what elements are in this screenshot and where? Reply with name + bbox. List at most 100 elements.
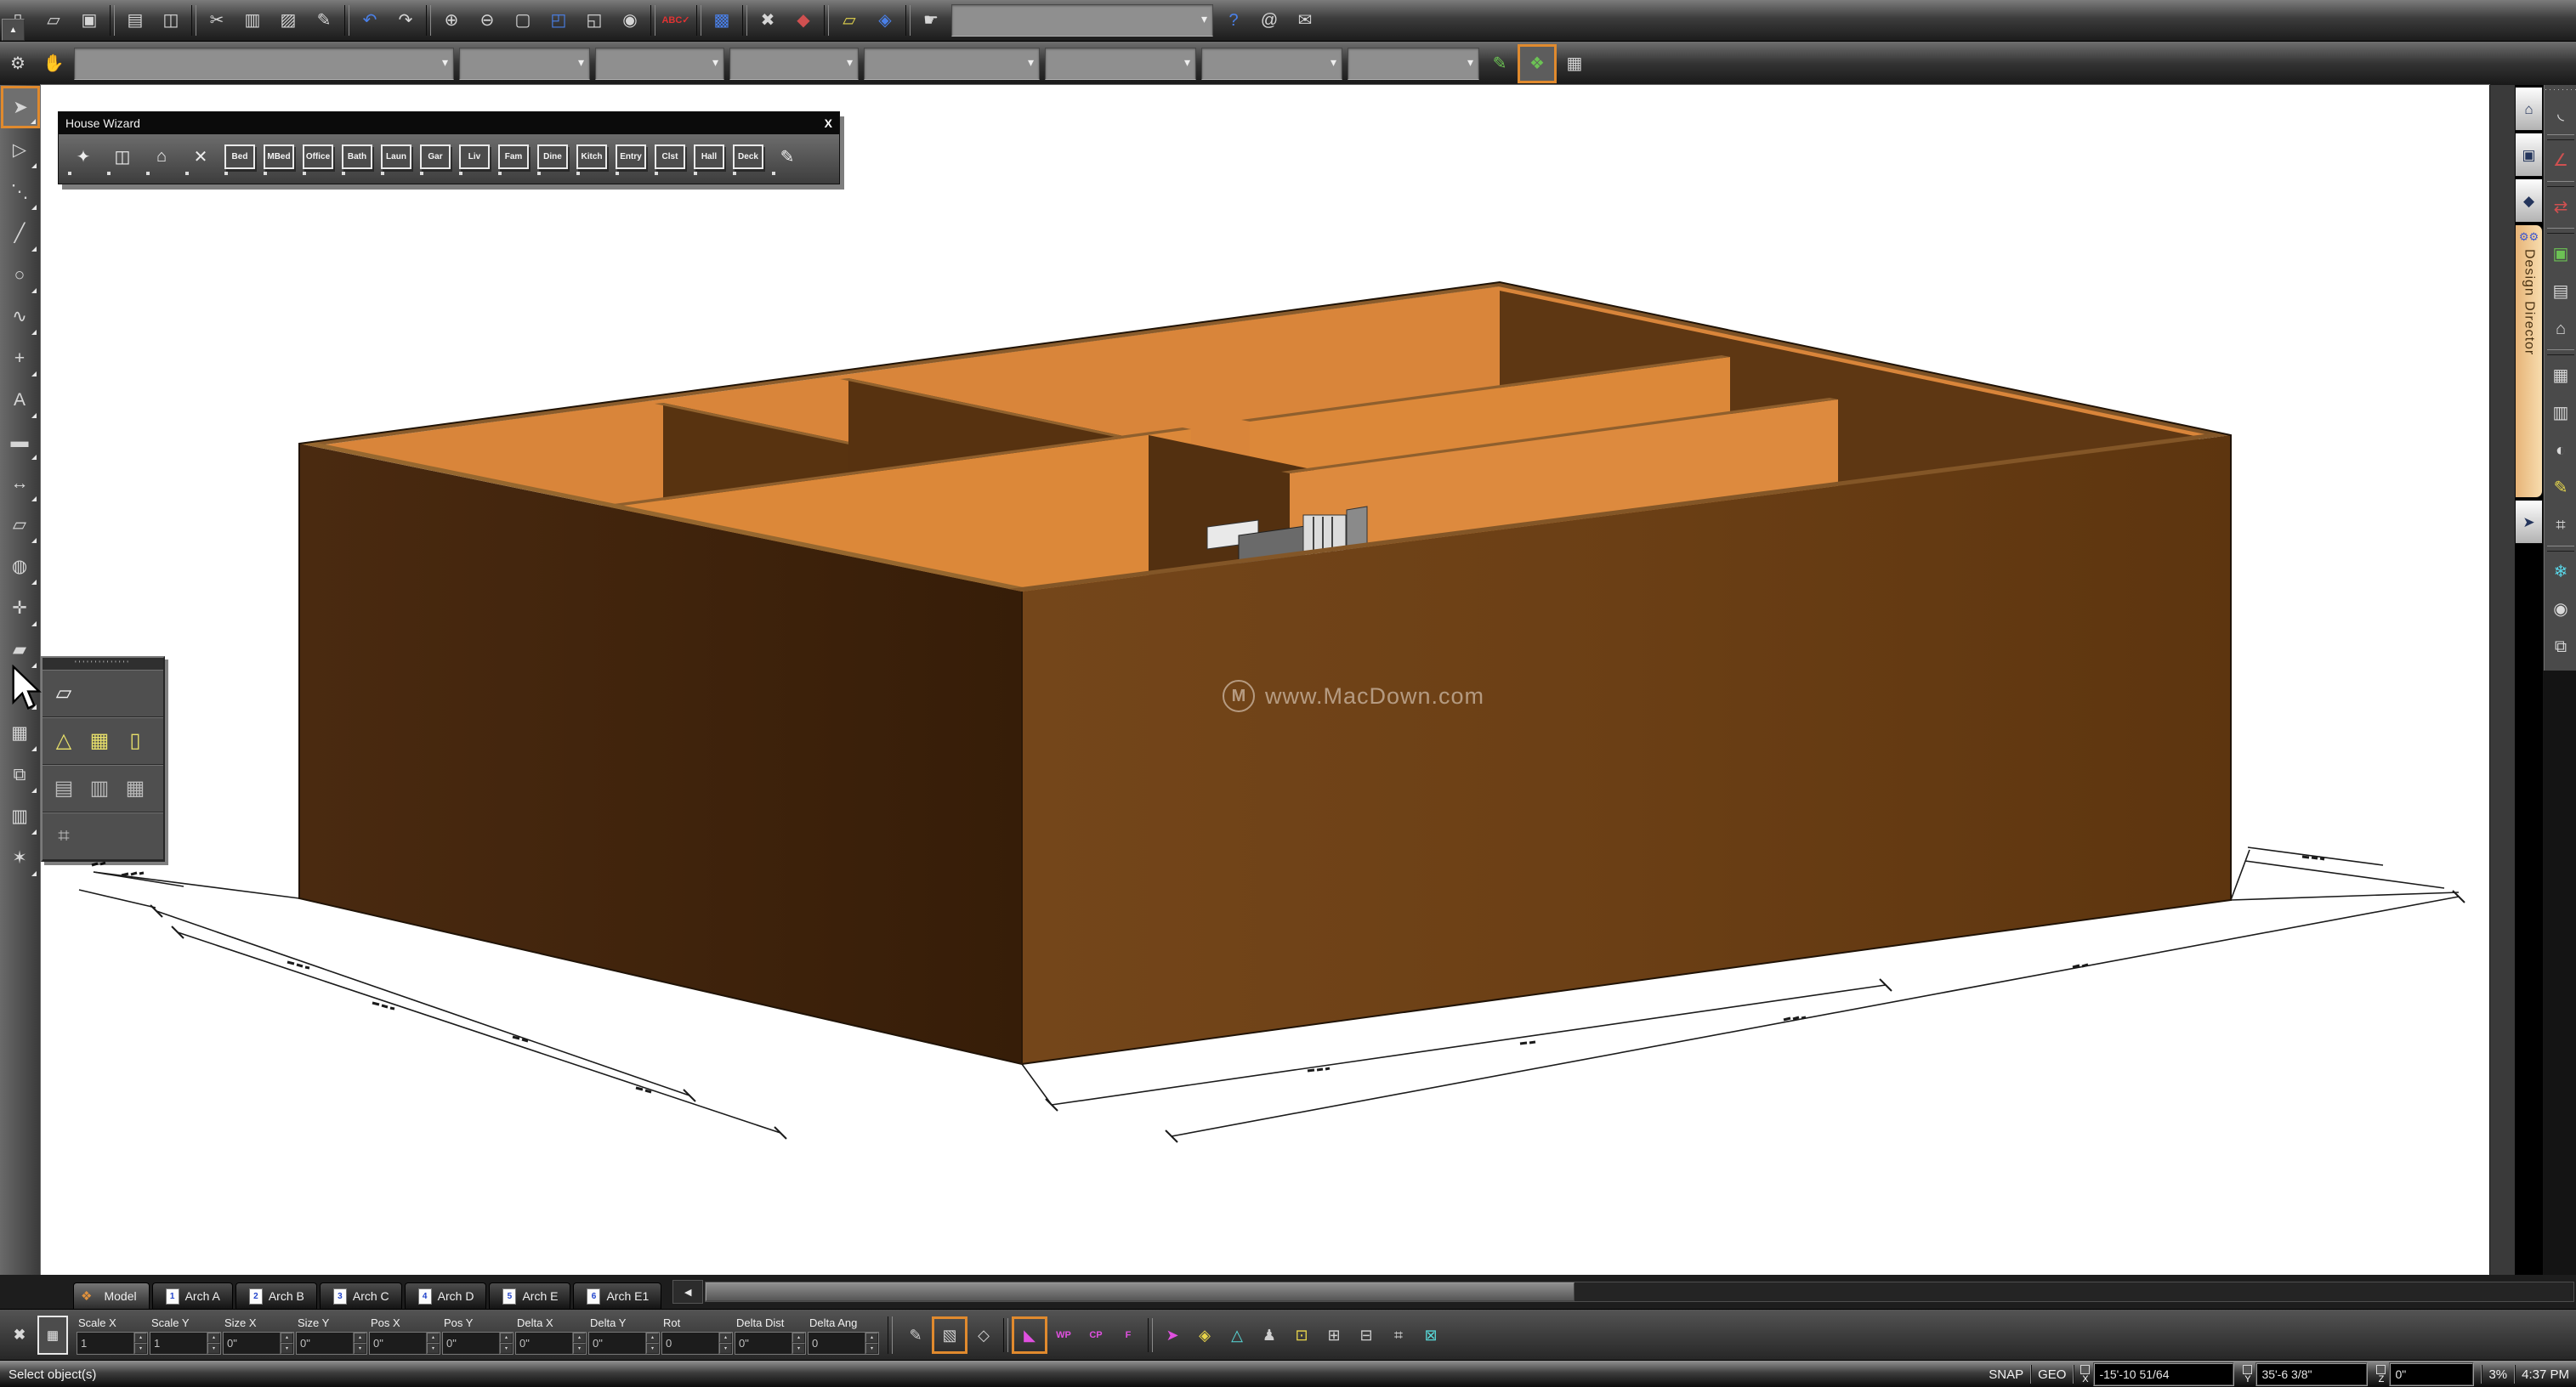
wizard-window-icon[interactable]: ◫: [103, 137, 142, 176]
address-book-icon[interactable]: @: [1251, 2, 1287, 39]
window-item[interactable]: ▦: [82, 723, 117, 759]
dimension-tool[interactable]: ↔: [1, 462, 38, 503]
pen-style-icon[interactable]: ✎: [1482, 45, 1518, 82]
coord-z-input[interactable]: 0": [2389, 1362, 2474, 1386]
spell-check-icon[interactable]: ABC✓: [658, 2, 694, 39]
close-icon[interactable]: X: [825, 116, 832, 130]
context-help-icon[interactable]: ?: [1216, 2, 1251, 39]
spinner[interactable]: ▴▾: [718, 1333, 732, 1354]
tab-selection-info[interactable]: ▣: [2515, 133, 2543, 177]
box-green-icon[interactable]: ⊠: [1415, 1317, 1447, 1353]
node-handle-icon[interactable]: ◇: [967, 1317, 1000, 1353]
format-painter-icon[interactable]: ✎: [306, 2, 342, 39]
hatch-pattern-icon[interactable]: ▩: [704, 2, 740, 39]
polygon-outline-icon[interactable]: ⌂: [2545, 310, 2576, 348]
flyout-drag-handle[interactable]: '''''''''''''': [43, 658, 163, 670]
wizard-finish-icon[interactable]: ✎: [768, 137, 807, 176]
tab-scroll-left-button[interactable]: ◀: [672, 1280, 703, 1304]
snap-toggle[interactable]: SNAP: [1989, 1367, 2023, 1382]
print-icon[interactable]: ▤: [117, 2, 153, 39]
fill-cp-icon[interactable]: CP: [1080, 1317, 1112, 1353]
spinner[interactable]: ▴▾: [280, 1333, 293, 1354]
grid-panel-icon[interactable]: ▦: [2545, 357, 2576, 394]
room-entry-button[interactable]: Entry: [611, 137, 650, 176]
spinner[interactable]: ▴▾: [792, 1333, 805, 1354]
grid-box-1-icon[interactable]: ⊞: [1318, 1317, 1350, 1353]
dimension-lines-icon[interactable]: ∠: [2545, 142, 2576, 179]
wall-item[interactable]: ▱: [46, 676, 82, 711]
zoom-window-icon[interactable]: ▢: [505, 2, 541, 39]
linestyle-dropdown[interactable]: [595, 48, 724, 80]
sheet-panel-icon[interactable]: ▥: [2545, 394, 2576, 432]
door-item[interactable]: ▯: [117, 723, 153, 759]
triangles-snap-icon[interactable]: △: [1221, 1317, 1253, 1353]
spinner[interactable]: ▴▾: [133, 1333, 147, 1354]
room-gar-button[interactable]: Gar: [416, 137, 455, 176]
material-dropdown[interactable]: [1045, 48, 1196, 80]
select-arrow-icon[interactable]: ➤: [1156, 1317, 1189, 1353]
delete-color-icon[interactable]: ✖: [750, 2, 786, 39]
spinner[interactable]: ▴▾: [865, 1333, 878, 1354]
curve-tool[interactable]: ∿: [1, 296, 38, 337]
coord-x-input[interactable]: -15'-10 51/64: [2093, 1362, 2234, 1386]
transform-box-icon[interactable]: ⊡: [1285, 1317, 1318, 1353]
lineweight-dropdown[interactable]: [729, 48, 859, 80]
building-grid-2-item[interactable]: ▥: [82, 771, 117, 807]
vertical-scrollbar[interactable]: [2489, 85, 2516, 1275]
brick-hatch-icon[interactable]: ▦: [1557, 45, 1592, 82]
zoom-printed-size-icon[interactable]: ◱: [576, 2, 612, 39]
blocks-tool[interactable]: ▦: [1, 712, 38, 753]
spinner[interactable]: ▴▾: [353, 1333, 366, 1354]
scroll-up-button[interactable]: ▲: [2, 19, 25, 41]
room-clst-button[interactable]: Clst: [650, 137, 689, 176]
tab-arch-d[interactable]: 4Arch D: [405, 1282, 487, 1309]
coord-y-input[interactable]: 35'-6 3/8": [2255, 1362, 2368, 1386]
line-tool[interactable]: ╱: [1, 212, 38, 253]
edit-color-icon[interactable]: ◆: [786, 2, 821, 39]
room-dine-button[interactable]: Dine: [533, 137, 572, 176]
room-hall-button[interactable]: Hall: [689, 137, 729, 176]
horizontal-scrollbar-thumb[interactable]: [706, 1282, 1575, 1301]
transform-tool[interactable]: ✛: [1, 587, 38, 628]
style-dropdown[interactable]: [951, 4, 1213, 37]
solids-3d-tool[interactable]: ◍: [1, 546, 38, 586]
color-dropdown[interactable]: [459, 48, 590, 80]
transform-2-icon[interactable]: ⌗: [1382, 1317, 1415, 1353]
print-preview-icon[interactable]: ◫: [153, 2, 189, 39]
group-objects-icon[interactable]: ⧉: [2545, 628, 2576, 665]
copy-icon[interactable]: ▥: [235, 2, 270, 39]
send-mail-icon[interactable]: ✉: [1287, 2, 1323, 39]
fill-f-icon[interactable]: F: [1112, 1317, 1144, 1353]
wall-corner-icon[interactable]: ◟: [2545, 95, 2576, 133]
library-tool[interactable]: ▥: [1, 795, 38, 836]
point-tool[interactable]: +: [1, 337, 38, 378]
room-laun-button[interactable]: Laun: [377, 137, 416, 176]
figure-mode-icon[interactable]: ♟: [1253, 1317, 1285, 1353]
spinner[interactable]: ▴▾: [499, 1333, 513, 1354]
select-tool[interactable]: ➤: [1, 86, 40, 128]
grid-box-2-icon[interactable]: ⊟: [1350, 1317, 1382, 1353]
room-kitch-button[interactable]: Kitch: [572, 137, 611, 176]
tab-drawing-doc[interactable]: ⌂: [2515, 87, 2543, 131]
circle-tool[interactable]: ○: [1, 254, 38, 295]
mask-circle-icon[interactable]: ◐: [2545, 432, 2576, 469]
camera-icon[interactable]: ◉: [2545, 591, 2576, 628]
zoom-full-view-icon[interactable]: ◉: [612, 2, 648, 39]
room-bed-button[interactable]: Bed: [220, 137, 259, 176]
snowflake-icon[interactable]: ❄: [2545, 553, 2576, 591]
wizard-rooms-icon[interactable]: ⌂: [142, 137, 181, 176]
pick-point-icon[interactable]: ◈: [1189, 1317, 1221, 1353]
options-gear-icon[interactable]: ⚙: [0, 45, 36, 82]
frame-select-icon[interactable]: ▣: [2545, 235, 2576, 273]
redo-icon[interactable]: ↷: [388, 2, 423, 39]
tab-arch-e[interactable]: 5Arch E: [489, 1282, 570, 1309]
explode-tool[interactable]: ✶: [1, 837, 38, 878]
spinner[interactable]: ▴▾: [645, 1333, 659, 1354]
wizard-delete-icon[interactable]: ✕: [181, 137, 220, 176]
house-wizard-titlebar[interactable]: House Wizard X: [59, 112, 839, 134]
spinner[interactable]: ▴▾: [426, 1333, 440, 1354]
format-shield-icon[interactable]: ◈: [867, 2, 903, 39]
layer-dropdown[interactable]: [74, 48, 454, 80]
spinner[interactable]: ▴▾: [572, 1333, 586, 1354]
clipboard-shape-icon[interactable]: ▤: [2545, 273, 2576, 310]
